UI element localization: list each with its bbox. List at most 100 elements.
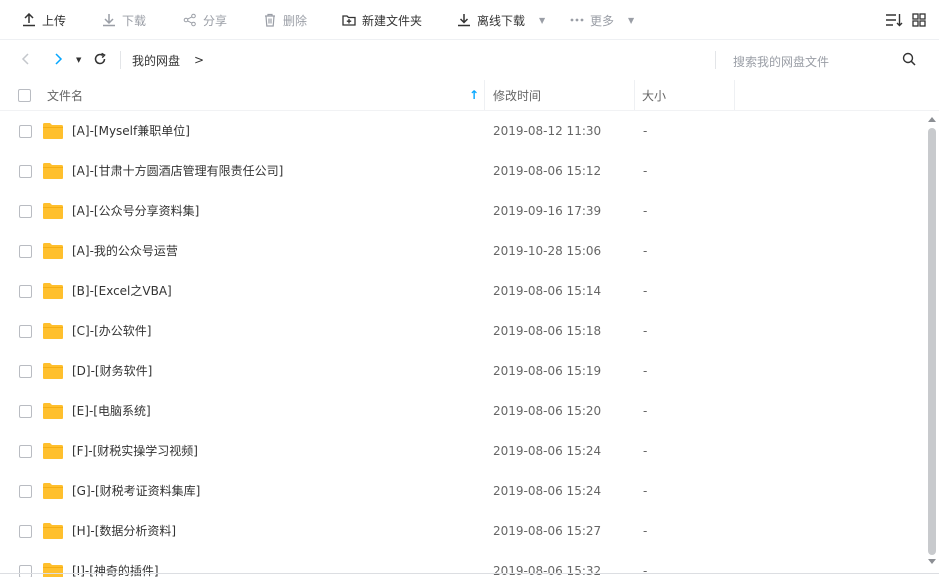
sort-list-icon [885,13,903,27]
chevron-left-icon [20,52,32,69]
file-name[interactable]: [A]-[甘肃十方圆酒店管理有限责任公司] [72,151,283,191]
new-folder-label: 新建文件夹 [362,13,423,28]
column-divider[interactable] [634,80,635,110]
row-checkbox[interactable] [19,325,32,338]
row-checkbox[interactable] [19,165,32,178]
search-divider [715,51,716,69]
offline-download-label: 离线下载 [477,13,526,28]
file-name[interactable]: [A]-我的公众号运营 [72,231,178,271]
trash-icon [263,13,277,27]
new-folder-icon [342,13,356,27]
file-size: - [643,404,648,418]
file-name[interactable]: [D]-[财务软件] [72,351,152,391]
search-icon [902,52,916,69]
row-checkbox[interactable] [19,525,32,538]
more-button[interactable]: 更多 ▼ [570,0,634,40]
file-modified-time: 2019-09-16 17:39 [493,204,602,218]
table-row[interactable]: [D]-[财务软件] 2019-08-06 15:19 - [0,351,925,391]
folder-icon [42,442,64,463]
search-button[interactable] [902,40,916,80]
column-header-modified[interactable]: 修改时间 [493,80,541,110]
file-name[interactable]: [A]-[公众号分享资料集] [72,191,199,231]
download-button[interactable]: 下载 [102,0,146,40]
row-checkbox[interactable] [19,285,32,298]
table-row[interactable]: [E]-[电脑系统] 2019-08-06 15:20 - [0,391,925,431]
download-label: 下载 [122,13,147,28]
row-checkbox[interactable] [19,565,32,577]
table-row[interactable]: [C]-[办公软件] 2019-08-06 15:18 - [0,311,925,351]
offline-download-icon [457,13,471,27]
table-row[interactable]: [G]-[财税考证资料集库] 2019-08-06 15:24 - [0,471,925,511]
table-row[interactable]: [F]-[财税实操学习视频] 2019-08-06 15:24 - [0,431,925,471]
share-button[interactable]: 分享 [183,0,227,40]
search-input[interactable]: 搜索我的网盘文件 [733,53,829,70]
file-size: - [643,124,648,138]
column-header-name[interactable]: 文件名 [47,80,83,110]
sort-ascending-icon[interactable]: ↑ [469,80,479,110]
select-all-checkbox[interactable] [18,89,31,102]
file-size: - [643,284,648,298]
grid-view-button[interactable] [912,0,926,40]
more-label: 更多 [590,13,615,28]
file-modified-time: 2019-08-12 11:30 [493,124,602,138]
history-dropdown[interactable]: ▼ [76,40,81,80]
file-name[interactable]: [B]-[Excel之VBA] [72,271,172,311]
scroll-down-arrow-icon[interactable] [928,559,936,564]
nav-divider [120,51,121,69]
file-modified-time: 2019-08-06 15:20 [493,404,602,418]
delete-button[interactable]: 删除 [263,0,307,40]
sort-button[interactable] [885,0,903,40]
toolbar: 上传 下载 分享 删除 新建文件夹 离线下载 ▼ 更多 ▼ [0,0,939,40]
file-name[interactable]: [A]-[Myself兼职单位] [72,111,190,151]
forward-button[interactable] [52,40,64,80]
table-row[interactable]: [A]-[Myself兼职单位] 2019-08-12 11:30 - [0,111,925,151]
refresh-icon [93,52,107,69]
file-name[interactable]: [G]-[财税考证资料集库] [72,471,200,511]
file-name[interactable]: [F]-[财税实操学习视频] [72,431,198,471]
upload-label: 上传 [42,13,67,28]
table-row[interactable]: [B]-[Excel之VBA] 2019-08-06 15:14 - [0,271,925,311]
breadcrumb-separator: > [194,53,205,67]
row-checkbox[interactable] [19,205,32,218]
chevron-down-icon[interactable]: ▼ [539,16,545,25]
grid-view-icon [912,13,926,27]
folder-icon [42,402,64,423]
offline-download-button[interactable]: 离线下载 ▼ [457,0,545,40]
breadcrumb: 我的网盘 > [132,40,204,80]
table-row[interactable]: [A]-[公众号分享资料集] 2019-09-16 17:39 - [0,191,925,231]
upload-button[interactable]: 上传 [22,0,66,40]
file-size: - [643,364,648,378]
table-row[interactable]: [A]-我的公众号运营 2019-10-28 15:06 - [0,231,925,271]
file-modified-time: 2019-08-06 15:27 [493,524,602,538]
folder-icon [42,362,64,383]
breadcrumb-root[interactable]: 我的网盘 [132,52,180,69]
file-name[interactable]: [C]-[办公软件] [72,311,151,351]
share-label: 分享 [203,13,228,28]
row-checkbox[interactable] [19,485,32,498]
row-checkbox[interactable] [19,445,32,458]
upload-icon [22,13,36,27]
row-checkbox[interactable] [19,405,32,418]
new-folder-button[interactable]: 新建文件夹 [342,0,422,40]
folder-icon [42,242,64,263]
row-checkbox[interactable] [19,245,32,258]
row-checkbox[interactable] [19,125,32,138]
column-divider[interactable] [734,80,735,110]
chevron-down-icon[interactable]: ▼ [628,16,634,25]
share-icon [183,13,197,27]
column-header-size[interactable]: 大小 [642,80,666,110]
table-row[interactable]: [H]-[数据分析资料] 2019-08-06 15:27 - [0,511,925,551]
refresh-button[interactable] [93,40,107,80]
vertical-scrollbar[interactable] [925,111,939,577]
file-name[interactable]: [H]-[数据分析资料] [72,511,176,551]
scrollbar-thumb[interactable] [928,128,936,555]
scroll-up-arrow-icon[interactable] [928,117,936,122]
back-button[interactable] [20,40,32,80]
row-checkbox[interactable] [19,365,32,378]
file-size: - [643,484,648,498]
column-divider[interactable] [484,80,485,110]
file-size: - [643,204,648,218]
file-size: - [643,164,648,178]
table-row[interactable]: [A]-[甘肃十方圆酒店管理有限责任公司] 2019-08-06 15:12 - [0,151,925,191]
file-name[interactable]: [E]-[电脑系统] [72,391,151,431]
